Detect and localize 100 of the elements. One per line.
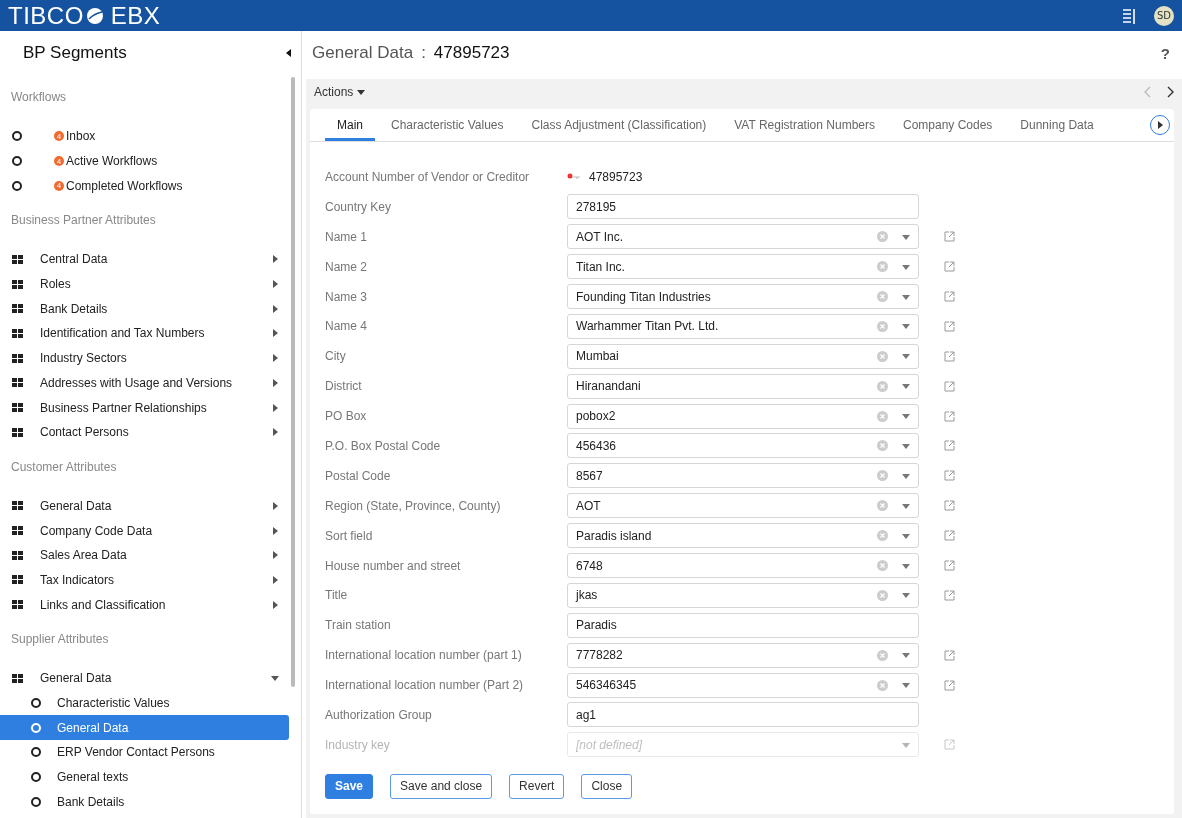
section-title: Business Partner Attributes <box>10 212 157 230</box>
field-value: 47895723 <box>589 169 643 184</box>
select-field[interactable]: 546346345 <box>567 672 919 698</box>
clear-icon[interactable] <box>877 500 888 512</box>
grid-icon <box>12 526 23 536</box>
tree-item[interactable]: General texts <box>0 764 289 790</box>
tree-item[interactable]: Company Code Data <box>0 518 289 543</box>
workflow-item[interactable]: 4 Completed Workflows <box>0 173 289 199</box>
tab[interactable]: Characteristic Values <box>379 118 516 141</box>
tab[interactable]: Dunning Data <box>1008 118 1106 141</box>
tree-item[interactable]: Bank Details <box>0 296 289 322</box>
clear-icon[interactable] <box>877 291 888 302</box>
external-link-icon[interactable] <box>944 560 955 571</box>
caret-icon <box>902 531 910 540</box>
tree-item[interactable]: General Data <box>0 493 289 519</box>
external-link-icon[interactable] <box>944 649 955 661</box>
text-field[interactable]: ag1 <box>567 702 919 728</box>
action-button[interactable]: Save and close <box>390 773 493 799</box>
select-field[interactable]: Hiranandani <box>567 373 919 399</box>
clear-icon[interactable] <box>877 530 888 542</box>
tree-item[interactable]: Identification and Tax Numbers <box>0 321 289 346</box>
tree-item[interactable]: ERP Vendor Contact Persons <box>0 740 289 765</box>
clear-icon[interactable] <box>877 440 888 452</box>
external-link-icon[interactable] <box>944 320 955 332</box>
clear-icon[interactable] <box>877 560 888 571</box>
text-field[interactable]: Paradis <box>567 612 919 638</box>
tree-item[interactable]: Sales Area Data <box>0 542 289 568</box>
action-button[interactable]: Close <box>581 773 633 799</box>
tree-item[interactable]: General Data <box>0 715 289 741</box>
tree-item[interactable]: General Data <box>0 666 289 691</box>
title-separator: : <box>421 43 426 63</box>
workflow-item[interactable]: 4 Active Workflows <box>0 148 289 174</box>
select-field[interactable]: 8567 <box>567 463 919 489</box>
clear-icon[interactable] <box>877 320 888 332</box>
previous-icon[interactable] <box>1144 86 1152 98</box>
select-field[interactable]: 456436 <box>567 433 919 459</box>
tree-item[interactable]: Industry Sectors <box>0 345 289 371</box>
caret-icon <box>902 681 910 690</box>
select-field[interactable]: 6748 <box>567 553 919 578</box>
tab[interactable]: Main <box>325 118 375 141</box>
clear-icon[interactable] <box>877 649 888 661</box>
grid-icon <box>12 673 23 683</box>
action-button[interactable]: Revert <box>509 773 565 799</box>
external-link-icon[interactable] <box>944 589 955 601</box>
clear-icon[interactable] <box>877 380 888 392</box>
workflow-item[interactable]: 4 Inbox <box>0 124 289 149</box>
external-link-icon[interactable] <box>944 410 955 422</box>
external-link-icon[interactable] <box>944 380 955 392</box>
tree-item[interactable]: Bank Details <box>0 789 289 815</box>
user-avatar[interactable]: SD <box>1154 5 1174 26</box>
tree-item[interactable]: Roles <box>0 271 289 297</box>
clear-icon[interactable] <box>877 350 888 362</box>
external-link-icon[interactable] <box>944 261 955 273</box>
select-field[interactable]: AOT Inc. <box>567 224 919 250</box>
count-badge: 4 <box>54 156 64 167</box>
text-field[interactable]: 278195 <box>567 194 919 220</box>
external-link-icon[interactable] <box>944 739 955 751</box>
select-field[interactable]: Warhammer Titan Pvt. Ltd. <box>567 313 919 339</box>
help-link[interactable]: ? <box>1160 44 1170 62</box>
select-field[interactable]: Mumbai <box>567 343 919 369</box>
external-link-icon[interactable] <box>944 470 955 482</box>
select-field[interactable]: Titan Inc. <box>567 254 919 280</box>
select-field[interactable]: Founding Titan Industries <box>567 284 919 309</box>
tree-item[interactable]: Tax Indicators <box>0 567 289 593</box>
select-field[interactable]: pobox2 <box>567 403 919 429</box>
external-link-icon[interactable] <box>944 350 955 362</box>
scrollbar[interactable] <box>291 77 295 687</box>
external-link-icon[interactable] <box>944 231 955 243</box>
tree-item[interactable]: Links and Classification <box>0 592 289 617</box>
tree-item[interactable]: Addresses with Usage and Versions <box>0 370 289 396</box>
next-icon[interactable] <box>1166 86 1174 98</box>
tree-item[interactable]: Characteristic Values <box>0 690 289 716</box>
actions-menu[interactable]: Actions <box>314 85 366 99</box>
external-link-icon[interactable] <box>944 679 955 691</box>
clear-icon[interactable] <box>877 261 888 273</box>
clear-icon[interactable] <box>877 679 888 691</box>
scroll-tabs-button[interactable] <box>1150 115 1170 135</box>
select-field[interactable]: 7778282 <box>567 642 919 668</box>
field-label: District <box>325 379 363 394</box>
list-icon[interactable] <box>1122 7 1136 24</box>
grid-icon <box>12 403 23 413</box>
tab[interactable]: VAT Registration Numbers <box>722 118 887 141</box>
save-button[interactable]: Save <box>325 773 374 799</box>
clear-icon[interactable] <box>877 589 888 601</box>
external-link-icon[interactable] <box>944 500 955 512</box>
tree-item[interactable]: Contact Persons <box>0 419 289 445</box>
select-field[interactable]: jkas <box>567 582 919 608</box>
tab[interactable]: Company Codes <box>890 118 1005 141</box>
external-link-icon[interactable] <box>944 530 955 542</box>
clear-icon[interactable] <box>877 231 888 243</box>
clear-icon[interactable] <box>877 470 888 482</box>
tree-item[interactable]: Central Data <box>0 247 289 272</box>
tree-item[interactable]: Business Partner Relationships <box>0 395 289 420</box>
select-field[interactable]: AOT <box>567 493 919 519</box>
tab[interactable]: Class Adjustment (Classification) <box>519 118 719 141</box>
external-link-icon[interactable] <box>944 440 955 452</box>
expand-caret-icon <box>271 354 279 363</box>
external-link-icon[interactable] <box>944 291 955 302</box>
clear-icon[interactable] <box>877 410 888 422</box>
select-field[interactable]: Paradis island <box>567 523 919 549</box>
